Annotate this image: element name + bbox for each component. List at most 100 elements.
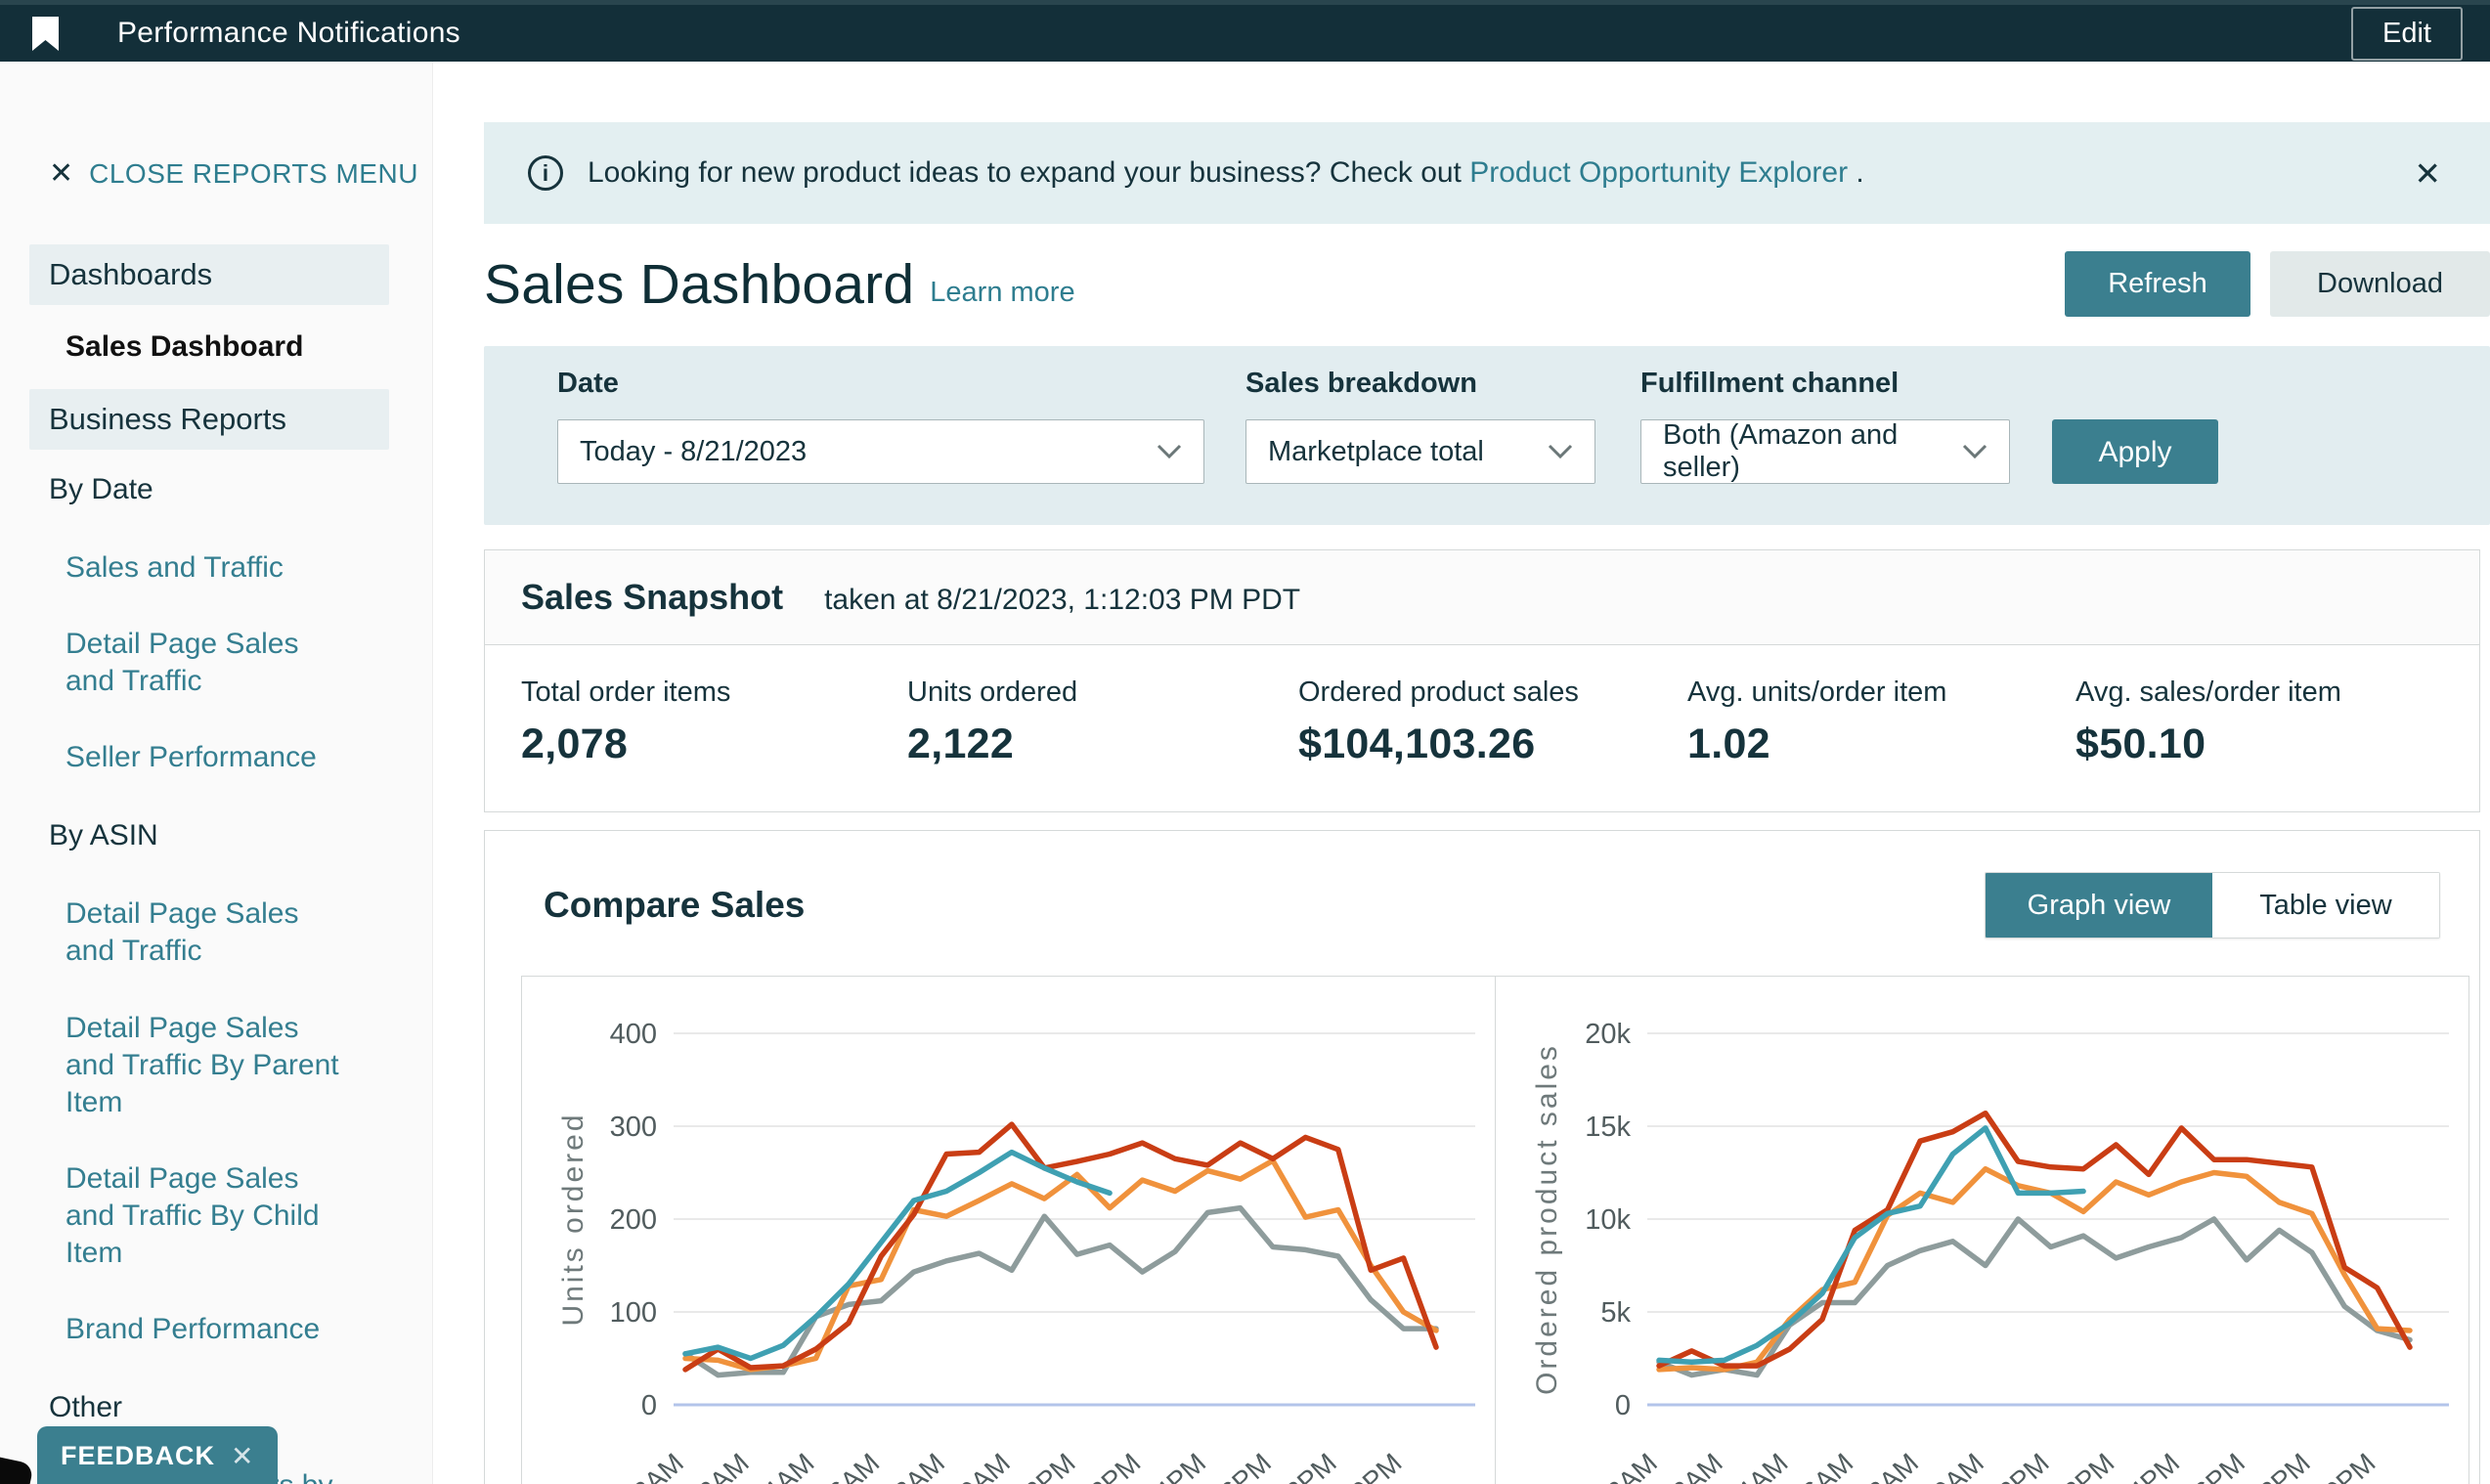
- sidebar-item-detail-page-sales-and-traffic[interactable]: Detail Page Sales and Traffic: [0, 606, 391, 720]
- x-tick-label: 6AM: [1797, 1447, 1859, 1484]
- graph-view-button[interactable]: Graph view: [1986, 873, 2212, 938]
- fulfillment-channel-value: Both (Amazon and seller): [1663, 419, 1943, 484]
- sidebar-item-by-asin: By ASIN: [0, 796, 432, 876]
- y-tick-label: 20k: [1585, 1019, 1631, 1050]
- sidebar-item-by-date: By Date: [0, 450, 432, 530]
- y-tick-label: 400: [610, 1019, 657, 1050]
- y-axis-title: Ordered product sales: [1531, 1043, 1563, 1395]
- view-toggle: Graph view Table view: [1985, 872, 2440, 938]
- x-tick-label: 8AM: [1862, 1447, 1925, 1484]
- sales-snapshot-card: Sales Snapshot taken at 8/21/2023, 1:12:…: [484, 549, 2480, 812]
- sidebar-item-detail-page-sales-and-traffic-by-parent-item[interactable]: Detail Page Sales and Traffic By Parent …: [0, 990, 391, 1141]
- x-tick-label: 4AM: [758, 1447, 820, 1484]
- sidebar-item-detail-page-sales-and-traffic[interactable]: Detail Page Sales and Traffic: [0, 876, 391, 989]
- refresh-button[interactable]: Refresh: [2065, 251, 2250, 317]
- snapshot-metrics: Total order items 2,078Units ordered2,122…: [485, 645, 2479, 811]
- metric-label: Avg. units/order item: [1687, 677, 2075, 709]
- date-select-value: Today - 8/21/2023: [580, 436, 807, 468]
- y-tick-label: 200: [610, 1204, 657, 1236]
- metric-value: $104,103.26: [1298, 720, 1687, 768]
- units-ordered-chart: 0100200300400Units ordered12AM2AM4AM6AM8…: [521, 976, 1496, 1484]
- y-tick-label: 15k: [1585, 1112, 1631, 1143]
- bookmark-icon[interactable]: [32, 17, 59, 51]
- chart-line-orange-series: [685, 1160, 1436, 1370]
- chevron-down-icon: [1137, 444, 1182, 459]
- info-banner: i Looking for new product ideas to expan…: [484, 122, 2490, 224]
- metric-total-order-items: Total order items 2,078: [521, 677, 907, 768]
- app: Performance Notifications Edit ✕ CLOSE R…: [0, 0, 2490, 1484]
- product-opportunity-explorer-link[interactable]: Product Opportunity Explorer: [1469, 156, 1848, 189]
- y-tick-label: 100: [610, 1297, 657, 1329]
- sidebar-item-dashboards: Dashboards: [29, 244, 389, 305]
- chart-line-teal-current-day-series: [685, 1153, 1110, 1359]
- sidebar-item-business-reports: Business Reports: [29, 389, 389, 450]
- compare-sales-header: Compare Sales Graph view Table view: [485, 831, 2479, 938]
- reports-sidebar: ✕ CLOSE REPORTS MENU DashboardsSales Das…: [0, 62, 433, 1484]
- sales-breakdown-label: Sales breakdown: [1245, 368, 1640, 400]
- metric-avg-units-order-item: Avg. units/order item 1.02: [1687, 677, 2075, 768]
- close-icon: ✕: [49, 156, 73, 191]
- sidebar-item-seller-performance[interactable]: Seller Performance: [0, 720, 391, 796]
- chevron-down-icon: [1943, 444, 1988, 459]
- x-tick-label: 2PM: [1084, 1447, 1147, 1484]
- chart-line-gray-series: [685, 1208, 1436, 1375]
- metric-value: 2,122: [907, 720, 1298, 768]
- feedback-button[interactable]: FEEDBACK ✕: [37, 1426, 278, 1484]
- compare-sales-card: Compare Sales Graph view Table view 0 100…: [484, 830, 2480, 1484]
- x-tick-label: 4PM: [1150, 1447, 1212, 1484]
- x-tick-label: 8PM: [1280, 1447, 1342, 1484]
- close-reports-menu-button[interactable]: ✕ CLOSE REPORTS MENU: [49, 156, 432, 191]
- page-header-title: Performance Notifications: [117, 17, 460, 50]
- main-content: i Looking for new product ideas to expan…: [433, 62, 2490, 1484]
- date-select[interactable]: Today - 8/21/2023: [557, 419, 1204, 484]
- metric-avg-sales-order-item: Avg. sales/order item$50.10: [2075, 677, 2341, 768]
- x-tick-label: 6PM: [2189, 1447, 2251, 1484]
- chart-line-gray-series: [1659, 1219, 2410, 1375]
- x-tick-label: 12PM: [1008, 1447, 1081, 1484]
- y-tick-label: 300: [610, 1112, 657, 1143]
- x-tick-label: 4PM: [2123, 1447, 2186, 1484]
- x-tick-label: 12AM: [1590, 1447, 1663, 1484]
- sidebar-item-brand-performance[interactable]: Brand Performance: [0, 1291, 391, 1368]
- learn-more-link[interactable]: Learn more: [930, 277, 1074, 309]
- chart-line-orange-series: [1659, 1169, 2410, 1370]
- fulfillment-channel-select[interactable]: Both (Amazon and seller): [1640, 419, 2010, 484]
- metric-value: $50.10: [2075, 720, 2341, 768]
- sidebar-item-detail-page-sales-and-traffic-by-child-item[interactable]: Detail Page Sales and Traffic By Child I…: [0, 1141, 391, 1291]
- filter-bar: Date Today - 8/21/2023 Sales breakdown M…: [484, 346, 2490, 525]
- apply-button[interactable]: Apply: [2052, 419, 2218, 484]
- banner-text-after: .: [1848, 156, 1864, 189]
- sales-snapshot-title: Sales Snapshot: [521, 577, 783, 618]
- metric-value: 1.02: [1687, 720, 2075, 768]
- banner-close-icon[interactable]: ✕: [2414, 154, 2441, 193]
- table-view-button[interactable]: Table view: [2212, 873, 2439, 938]
- y-tick-label: 0: [1615, 1390, 1631, 1421]
- x-tick-label: 6AM: [823, 1447, 886, 1484]
- sales-breakdown-value: Marketplace total: [1268, 436, 1484, 468]
- x-tick-label: 2AM: [1666, 1447, 1728, 1484]
- x-tick-label: 10AM: [1916, 1447, 1989, 1484]
- download-button[interactable]: Download: [2270, 251, 2490, 317]
- date-filter-label: Date: [557, 368, 1245, 400]
- x-tick-label: 2PM: [2058, 1447, 2120, 1484]
- top-bar: Performance Notifications Edit: [0, 0, 2490, 62]
- metric-label: Ordered product sales: [1298, 677, 1687, 709]
- x-tick-label: 10AM: [942, 1447, 1016, 1484]
- x-tick-label: 8PM: [2253, 1447, 2316, 1484]
- metric-label: Total order items: [521, 677, 907, 709]
- compare-sales-title: Compare Sales: [544, 885, 805, 926]
- metric-value: 2,078: [521, 720, 907, 768]
- y-axis-title: Units ordered: [557, 1112, 590, 1326]
- sidebar-item-sales-dashboard[interactable]: Sales Dashboard: [0, 305, 432, 389]
- x-tick-label: 8AM: [889, 1447, 951, 1484]
- edit-button[interactable]: Edit: [2351, 7, 2463, 61]
- feedback-close-icon[interactable]: ✕: [231, 1440, 254, 1472]
- banner-text-before: Looking for new product ideas to expand …: [588, 156, 1469, 189]
- sidebar-list: DashboardsSales DashboardBusiness Report…: [0, 244, 432, 1484]
- metric-units-ordered: Units ordered2,122: [907, 677, 1298, 768]
- chevron-down-icon: [1528, 444, 1573, 459]
- sidebar-item-sales-and-traffic[interactable]: Sales and Traffic: [0, 530, 391, 606]
- sales-breakdown-select[interactable]: Marketplace total: [1245, 419, 1595, 484]
- y-tick-label: 5k: [1600, 1297, 1631, 1329]
- x-tick-label: 6PM: [1215, 1447, 1278, 1484]
